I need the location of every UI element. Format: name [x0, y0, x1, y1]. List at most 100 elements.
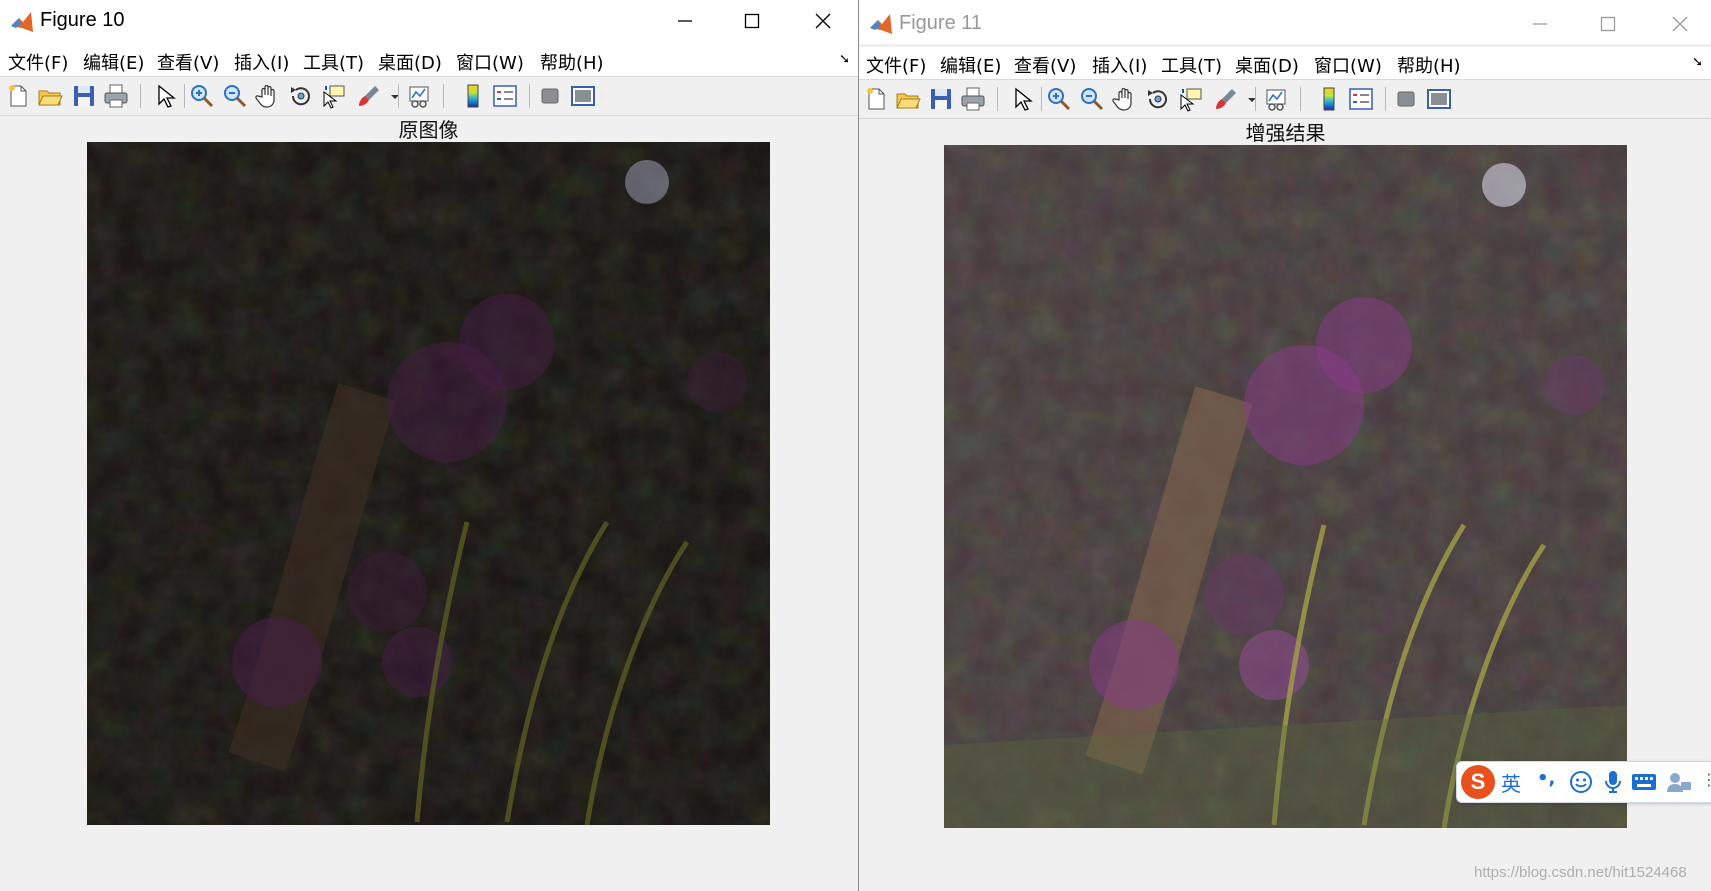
- axes-title: 增强结果: [1245, 121, 1326, 145]
- zoom-in-icon[interactable]: [188, 82, 216, 110]
- menu-view[interactable]: 查看(V): [157, 49, 219, 75]
- dock-arrow-icon[interactable]: ➘: [1692, 55, 1703, 70]
- menu-view[interactable]: 查看(V): [1014, 52, 1076, 78]
- toolbar-separator: [1255, 87, 1256, 111]
- toolbar-separator: [1300, 87, 1301, 111]
- matlab-logo-icon: [11, 12, 33, 32]
- show-plot-tools-icon[interactable]: [569, 82, 597, 110]
- toolbar-separator: [184, 84, 185, 108]
- menu-desktop[interactable]: 桌面(D): [1235, 52, 1299, 78]
- figure-toolbar: [0, 77, 858, 116]
- legend-icon[interactable]: [491, 82, 519, 110]
- menu-file[interactable]: 文件(F): [8, 49, 68, 75]
- figure-toolbar: [859, 80, 1711, 119]
- select-pointer-icon[interactable]: [150, 82, 178, 110]
- ime-punctuation-toggle[interactable]: •,: [1537, 768, 1555, 789]
- menu-edit[interactable]: 编辑(E): [940, 52, 1001, 78]
- close-button[interactable]: [808, 6, 838, 36]
- menu-edit[interactable]: 编辑(E): [83, 49, 144, 75]
- minimize-button[interactable]: [1525, 9, 1555, 39]
- save-icon[interactable]: [927, 85, 955, 113]
- save-icon[interactable]: [70, 82, 98, 110]
- open-file-icon[interactable]: [36, 82, 64, 110]
- toolbar-separator: [443, 84, 444, 108]
- figure-window-1: Figure 10 文件(F) 编辑(E) 查看(V) 插入(I) 工具(T) …: [0, 0, 858, 891]
- link-plot-icon[interactable]: [1262, 85, 1290, 113]
- emoji-icon[interactable]: [1569, 770, 1593, 794]
- enhanced-image: [944, 145, 1627, 828]
- user-skin-icon[interactable]: [1665, 770, 1693, 794]
- maximize-icon: [744, 13, 760, 29]
- show-plot-tools-icon[interactable]: [1425, 85, 1453, 113]
- window-title: Figure 11: [899, 12, 983, 34]
- colorbar-icon[interactable]: [459, 82, 487, 110]
- menu-window[interactable]: 窗口(W): [456, 49, 524, 75]
- axes-title: 原图像: [398, 118, 459, 142]
- select-pointer-icon[interactable]: [1007, 85, 1035, 113]
- toolbar-separator: [529, 84, 530, 108]
- open-file-icon[interactable]: [894, 85, 922, 113]
- zoom-in-icon[interactable]: [1045, 85, 1073, 113]
- data-cursor-icon[interactable]: [1177, 85, 1205, 113]
- menu-insert[interactable]: 插入(I): [1092, 52, 1147, 78]
- hide-plot-tools-icon[interactable]: [1392, 85, 1420, 113]
- maximize-button[interactable]: [1593, 9, 1623, 39]
- rotate-3d-icon[interactable]: [1144, 85, 1172, 113]
- colorbar-icon[interactable]: [1315, 85, 1343, 113]
- minimize-icon: [1533, 23, 1547, 25]
- brush-icon[interactable]: [1212, 85, 1240, 113]
- microphone-icon[interactable]: [1603, 770, 1623, 794]
- title-bar[interactable]: Figure 10: [0, 0, 858, 44]
- toolbar-separator: [997, 87, 998, 111]
- minimize-icon: [678, 20, 692, 22]
- ime-language-toggle[interactable]: 英: [1501, 768, 1521, 797]
- window-title: Figure 10: [40, 9, 125, 31]
- menu-tools[interactable]: 工具(T): [303, 49, 364, 75]
- brush-dropdown-icon[interactable]: [381, 82, 399, 110]
- watermark: https://blog.csdn.net/hit1524468: [1474, 864, 1687, 881]
- title-bar[interactable]: Figure 11: [859, 0, 1711, 44]
- minimize-button[interactable]: [670, 6, 700, 36]
- pan-hand-icon[interactable]: [1111, 85, 1139, 113]
- toolbar-separator: [398, 84, 399, 108]
- menu-tools[interactable]: 工具(T): [1161, 52, 1222, 78]
- close-icon: [815, 13, 831, 29]
- zoom-out-icon[interactable]: [221, 82, 249, 110]
- ime-more-icon[interactable]: ⋮: [1701, 770, 1711, 789]
- dock-arrow-icon[interactable]: ➘: [839, 52, 850, 67]
- figure-window-2: Figure 11 文件(F) 编辑(E) 查看(V) 插入(I) 工具(T) …: [858, 0, 1711, 891]
- maximize-button[interactable]: [737, 6, 767, 36]
- hide-plot-tools-icon[interactable]: [536, 82, 564, 110]
- brush-icon[interactable]: [355, 82, 383, 110]
- menu-help[interactable]: 帮助(H): [540, 49, 604, 75]
- close-button[interactable]: [1665, 9, 1695, 39]
- menu-desktop[interactable]: 桌面(D): [378, 49, 442, 75]
- link-plot-icon[interactable]: [405, 82, 433, 110]
- sogou-logo-icon[interactable]: S: [1461, 765, 1495, 799]
- menu-insert[interactable]: 插入(I): [234, 49, 289, 75]
- print-icon[interactable]: [959, 85, 987, 113]
- menu-help[interactable]: 帮助(H): [1397, 52, 1461, 78]
- brush-dropdown-icon[interactable]: [1238, 85, 1256, 113]
- zoom-out-icon[interactable]: [1078, 85, 1106, 113]
- pan-hand-icon[interactable]: [254, 82, 282, 110]
- new-figure-icon[interactable]: [862, 85, 890, 113]
- toolbar-separator: [1385, 87, 1386, 111]
- ime-toolbar: S 英 •, ⋮: [1456, 761, 1711, 803]
- new-figure-icon[interactable]: [4, 82, 32, 110]
- close-icon: [1672, 16, 1688, 32]
- toolbar-separator: [140, 84, 141, 108]
- menu-window[interactable]: 窗口(W): [1314, 52, 1382, 78]
- data-cursor-icon[interactable]: [320, 82, 348, 110]
- toolbar-separator: [1041, 87, 1042, 111]
- menu-bar: 文件(F) 编辑(E) 查看(V) 插入(I) 工具(T) 桌面(D) 窗口(W…: [859, 47, 1711, 80]
- keyboard-icon[interactable]: [1631, 772, 1657, 792]
- menu-bar: 文件(F) 编辑(E) 查看(V) 插入(I) 工具(T) 桌面(D) 窗口(W…: [0, 44, 858, 77]
- print-icon[interactable]: [102, 82, 130, 110]
- original-image: [87, 142, 770, 825]
- legend-icon[interactable]: [1347, 85, 1375, 113]
- rotate-3d-icon[interactable]: [287, 82, 315, 110]
- menu-file[interactable]: 文件(F): [866, 52, 926, 78]
- matlab-logo-icon: [870, 14, 892, 34]
- maximize-icon: [1600, 16, 1616, 32]
